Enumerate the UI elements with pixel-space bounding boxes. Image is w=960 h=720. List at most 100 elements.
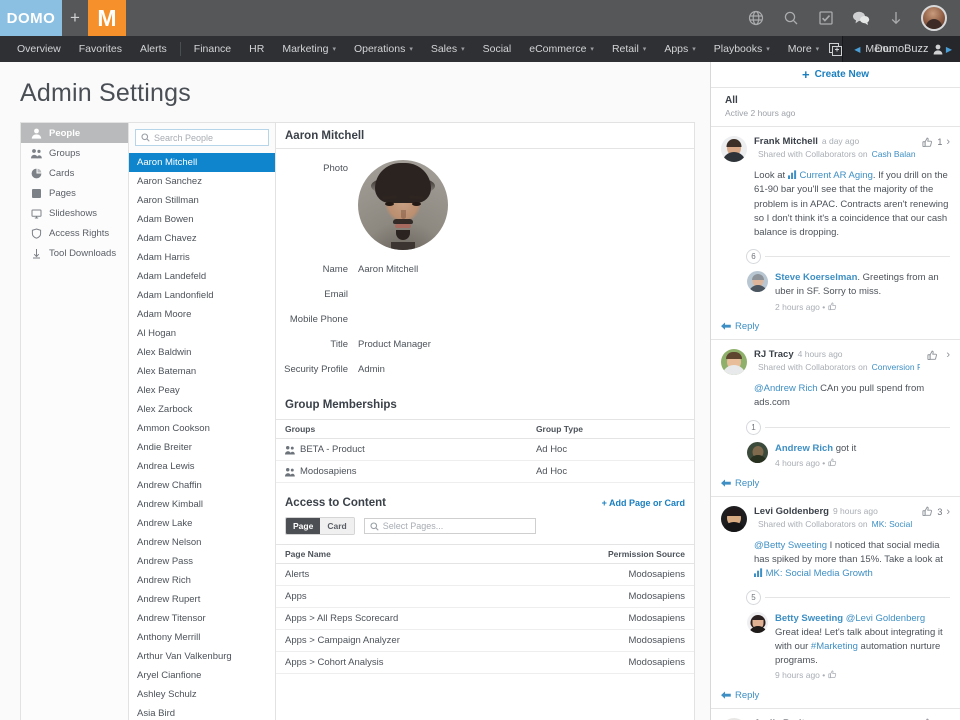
list-item[interactable]: Adam Moore [129, 305, 275, 324]
list-item[interactable]: Andrew Rupert [129, 590, 275, 609]
reply-hashtag[interactable]: #Marketing [811, 641, 858, 652]
table-row[interactable]: Apps > Campaign Analyzer Modosapiens [276, 629, 694, 652]
buzz-all-filter[interactable]: All Active 2 hours ago [711, 88, 960, 127]
nav-item-social[interactable]: Social [474, 36, 521, 62]
sidebar-item-cards[interactable]: Cards [21, 163, 128, 183]
list-item[interactable]: Andrew Kimball [129, 495, 275, 514]
nav-item-sales[interactable]: Sales ▾ [422, 36, 474, 62]
avatar[interactable] [747, 271, 768, 293]
avatar[interactable] [721, 349, 747, 376]
nav-item-apps[interactable]: Apps ▾ [655, 36, 704, 62]
list-item[interactable]: Aaron Mitchell [129, 153, 275, 172]
list-item[interactable]: Asia Bird [129, 704, 275, 720]
post-author[interactable]: Levi Goldenberg [754, 506, 829, 517]
nav-item-hr[interactable]: HR [240, 36, 273, 62]
chevron-right-icon[interactable]: › [946, 506, 950, 518]
avatar[interactable] [721, 505, 747, 532]
nav-item-marketing[interactable]: Marketing ▾ [273, 36, 345, 62]
search-icon[interactable] [781, 8, 801, 28]
nav-item-more[interactable]: More ▾ [779, 36, 828, 62]
company-logo-m[interactable]: M [88, 0, 126, 36]
profile-photo[interactable] [358, 160, 448, 250]
chevron-right-icon[interactable]: › [946, 349, 950, 361]
list-item[interactable]: Alex Bateman [129, 362, 275, 381]
table-row[interactable]: Apps > Cohort Analysis Modosapiens [276, 651, 694, 674]
list-item[interactable]: Andrew Nelson [129, 533, 275, 552]
buzz-menu-button[interactable]: ◀ Menu [843, 43, 891, 55]
reply-button[interactable]: Reply [721, 690, 950, 701]
list-item[interactable]: Andrew Titensor [129, 609, 275, 628]
post-author[interactable]: Frank Mitchell [754, 136, 818, 147]
layout-grid-icon[interactable] [828, 36, 842, 62]
list-item[interactable]: Ammon Cookson [129, 419, 275, 438]
chevron-right-icon[interactable]: › [946, 136, 950, 148]
thread-count-badge[interactable]: 1 [746, 419, 761, 435]
table-row[interactable]: Apps Modosapiens [276, 585, 694, 608]
list-item[interactable]: Andrew Rich [129, 571, 275, 590]
sidebar-item-tool-downloads[interactable]: Tool Downloads [21, 243, 128, 263]
list-item[interactable]: Aaron Stillman [129, 191, 275, 210]
list-item[interactable]: Ashley Schulz [129, 685, 275, 704]
list-item[interactable]: Aaron Sanchez [129, 172, 275, 191]
list-item[interactable]: Adam Bowen [129, 210, 275, 229]
post-text-link[interactable]: MK: Social Media Growth [766, 568, 873, 579]
list-item[interactable]: Arthur Van Valkenburg [129, 647, 275, 666]
sidebar-item-people[interactable]: People [21, 123, 128, 143]
table-row[interactable]: Modosapiens Ad Hoc [276, 460, 694, 483]
list-item[interactable]: Adam Harris [129, 248, 275, 267]
reply-button[interactable]: Reply [721, 321, 950, 332]
share-target-link[interactable]: Conversion Rate (Last 30 ... [872, 362, 921, 372]
nav-item-finance[interactable]: Finance [185, 36, 240, 62]
tasks-checkbox-icon[interactable] [816, 8, 836, 28]
avatar[interactable] [747, 612, 768, 634]
reply-author[interactable]: Andrew Rich [775, 443, 833, 454]
reply-author[interactable]: Steve Koerselman [775, 272, 857, 283]
list-item[interactable]: Adam Chavez [129, 229, 275, 248]
buzz-chat-icon[interactable] [851, 8, 871, 28]
avatar[interactable] [921, 5, 947, 31]
nav-item-overview[interactable]: Overview [8, 36, 70, 62]
select-pages-input[interactable]: Select Pages... [363, 518, 536, 534]
sidebar-item-access-rights[interactable]: Access Rights [21, 223, 128, 243]
reply-button[interactable]: Reply [721, 478, 950, 489]
list-item[interactable]: Alex Zarbock [129, 400, 275, 419]
download-arrow-icon[interactable] [886, 8, 906, 28]
table-row[interactable]: BETA - Product Ad Hoc [276, 438, 694, 461]
reply-mention[interactable]: @Levi Goldenberg [846, 613, 925, 624]
search-input[interactable]: Search People [135, 129, 269, 146]
sidebar-item-pages[interactable]: Pages [21, 183, 128, 203]
nav-item-ecommerce[interactable]: eCommerce ▾ [520, 36, 603, 62]
list-item[interactable]: Adam Landonfield [129, 286, 275, 305]
thread-count-badge[interactable]: 5 [746, 590, 761, 606]
reply-author[interactable]: Betty Sweeting [775, 613, 843, 624]
add-page-or-card-button[interactable]: + Add Page or Card [602, 498, 685, 508]
list-item[interactable]: Andrea Lewis [129, 457, 275, 476]
people-list[interactable]: Aaron Mitchell Aaron Sanchez Aaron Still… [129, 153, 275, 720]
nav-item-favorites[interactable]: Favorites [70, 36, 131, 62]
avatar[interactable] [747, 441, 768, 463]
share-target-link[interactable]: MK: Social Media Growth [872, 519, 916, 529]
list-item[interactable]: Adam Landefeld [129, 267, 275, 286]
table-row[interactable]: Alerts Modosapiens [276, 563, 694, 586]
list-item[interactable]: Aryel Cianfione [129, 666, 275, 685]
toggle-page-button[interactable]: Page [286, 518, 321, 534]
share-target-link[interactable]: Cash Balance [872, 149, 916, 159]
nav-item-playbooks[interactable]: Playbooks ▾ [705, 36, 779, 62]
list-item[interactable]: Alex Baldwin [129, 343, 275, 362]
post-author[interactable]: RJ Tracy [754, 349, 794, 360]
sidebar-item-slideshows[interactable]: Slideshows [21, 203, 128, 223]
list-item[interactable]: Andrew Chaffin [129, 476, 275, 495]
toggle-card-button[interactable]: Card [320, 518, 354, 534]
post-mention[interactable]: @Betty Sweeting [754, 540, 827, 551]
avatar[interactable] [721, 136, 747, 162]
list-item[interactable]: Andrew Lake [129, 514, 275, 533]
list-item[interactable]: Anthony Merrill [129, 628, 275, 647]
list-item[interactable]: Andie Breiter [129, 438, 275, 457]
globe-icon[interactable] [746, 8, 766, 28]
thread-count-badge[interactable]: 6 [746, 249, 761, 265]
domo-logo[interactable]: DOMO [0, 0, 62, 36]
sidebar-item-groups[interactable]: Groups [21, 143, 128, 163]
post-text-link[interactable]: Current AR Aging [799, 170, 872, 181]
buzz-people-button[interactable]: ▶ [933, 44, 960, 55]
nav-item-retail[interactable]: Retail ▾ [603, 36, 655, 62]
